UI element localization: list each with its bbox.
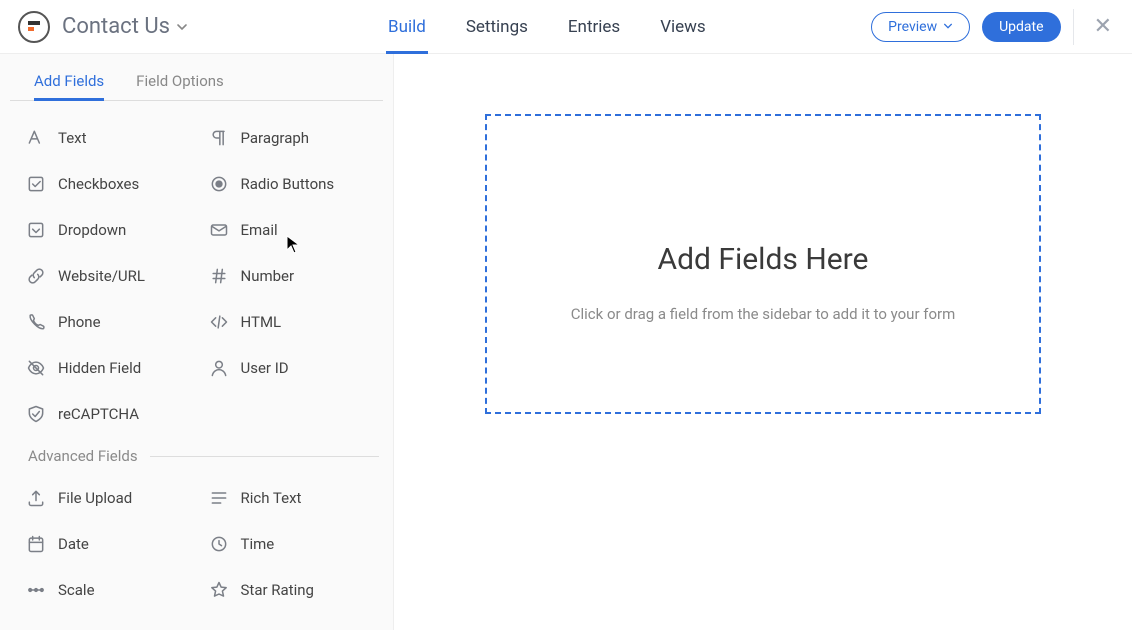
update-button[interactable]: Update [982, 12, 1060, 42]
preview-button[interactable]: Preview [871, 12, 970, 42]
star-icon [197, 580, 241, 600]
field-label: Hidden Field [58, 359, 141, 377]
html-icon [197, 312, 241, 332]
field-number[interactable]: Number [197, 253, 380, 299]
paragraph-icon [197, 128, 241, 148]
field-label: Date [58, 535, 89, 553]
field-scale[interactable]: Scale [14, 567, 197, 613]
field-website-url[interactable]: Website/URL [14, 253, 197, 299]
field-label: reCAPTCHA [58, 405, 139, 423]
field-checkboxes[interactable]: Checkboxes [14, 161, 197, 207]
field-radio-buttons[interactable]: Radio Buttons [197, 161, 380, 207]
advanced-fields-heading: Advanced Fields [28, 447, 379, 465]
tab-views[interactable]: Views [660, 0, 706, 53]
field-html[interactable]: HTML [197, 299, 380, 345]
dropzone-title: Add Fields Here [658, 242, 869, 277]
field-label: Paragraph [241, 129, 310, 147]
field-hidden-field[interactable]: Hidden Field [14, 345, 197, 391]
richtext-icon [197, 488, 241, 508]
email-icon [197, 220, 241, 240]
form-dropzone[interactable]: Add Fields Here Click or drag a field fr… [485, 114, 1041, 414]
app-logo[interactable] [18, 11, 50, 43]
field-label: File Upload [58, 489, 132, 507]
field-star-rating[interactable]: Star Rating [197, 567, 380, 613]
field-file-upload[interactable]: File Upload [14, 475, 197, 521]
field-label: Radio Buttons [241, 175, 335, 193]
dropdown-icon [14, 220, 58, 240]
hidden-icon [14, 358, 58, 378]
form-name-dropdown[interactable]: Contact Us [62, 14, 188, 39]
upload-icon [14, 488, 58, 508]
main-tabs: Build Settings Entries Views [388, 0, 706, 53]
field-label: User ID [241, 359, 289, 377]
field-recaptcha[interactable]: reCAPTCHA [14, 391, 197, 437]
shield-icon [14, 404, 58, 424]
sidebar-subtabs: Add Fields Field Options [10, 66, 383, 101]
field-label: Email [241, 221, 278, 239]
chevron-down-icon [176, 14, 188, 39]
field-date[interactable]: Date [14, 521, 197, 567]
checkbox-icon [14, 174, 58, 194]
advanced-fields-grid: File Upload Rich Text Date Time Scale Star Ra… [0, 475, 393, 613]
field-time[interactable]: Time [197, 521, 380, 567]
field-paragraph[interactable]: Paragraph [197, 115, 380, 161]
field-label: Text [58, 129, 87, 147]
field-label: Phone [58, 313, 101, 331]
link-icon [14, 266, 58, 286]
hash-icon [197, 266, 241, 286]
field-label: HTML [241, 313, 282, 331]
field-label: Rich Text [241, 489, 302, 507]
field-phone[interactable]: Phone [14, 299, 197, 345]
time-icon [197, 534, 241, 554]
user-icon [197, 358, 241, 378]
phone-icon [14, 312, 58, 332]
tab-entries[interactable]: Entries [568, 0, 620, 53]
field-label: Number [241, 267, 295, 285]
scale-icon [14, 580, 58, 600]
tab-settings[interactable]: Settings [466, 0, 528, 53]
chevron-down-icon [943, 19, 953, 35]
field-dropdown[interactable]: Dropdown [14, 207, 197, 253]
date-icon [14, 534, 58, 554]
field-label: Checkboxes [58, 175, 139, 193]
dropzone-subtitle: Click or drag a field from the sidebar t… [571, 305, 956, 323]
field-rich-text[interactable]: Rich Text [197, 475, 380, 521]
tab-build[interactable]: Build [388, 0, 426, 53]
close-icon[interactable]: ✕ [1094, 14, 1112, 39]
basic-fields-grid: Text Paragraph Checkboxes Radio Buttons Drop… [0, 115, 393, 437]
text-icon [14, 128, 58, 148]
field-label: Website/URL [58, 267, 145, 285]
field-label: Scale [58, 581, 95, 599]
form-name-label: Contact Us [62, 14, 170, 39]
radio-icon [197, 174, 241, 194]
field-text[interactable]: Text [14, 115, 197, 161]
subtab-add-fields[interactable]: Add Fields [34, 66, 104, 100]
field-user-id[interactable]: User ID [197, 345, 380, 391]
divider [1073, 9, 1074, 45]
field-label: Star Rating [241, 581, 314, 599]
subtab-field-options[interactable]: Field Options [136, 66, 224, 100]
field-label: Dropdown [58, 221, 126, 239]
field-label: Time [241, 535, 275, 553]
field-email[interactable]: Email [197, 207, 380, 253]
